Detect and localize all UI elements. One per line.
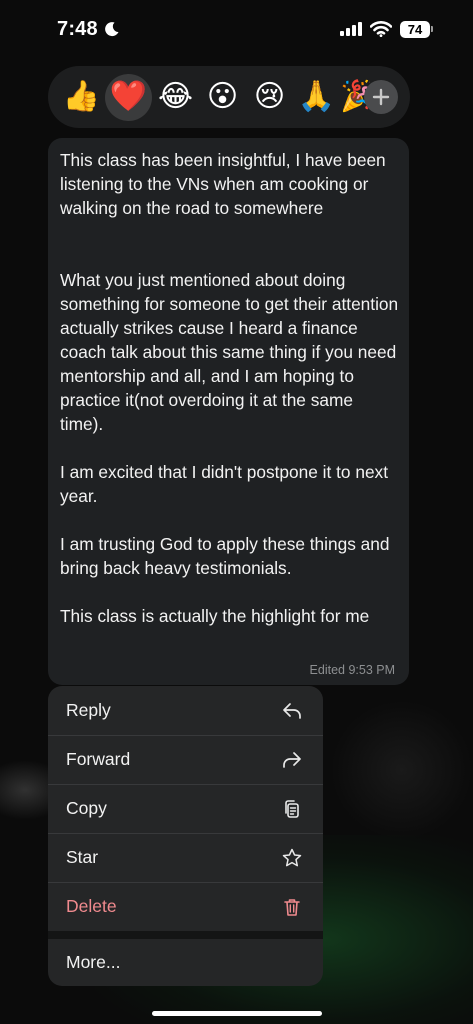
reaction-surprised[interactable]: 😮 [199,74,246,121]
reaction-heart[interactable]: ❤️ [105,73,152,121]
moon-icon [104,22,119,37]
menu-label-copy: Copy [66,798,107,818]
reply-icon [283,702,301,719]
status-bar: 7:48 74 [0,0,473,58]
battery-indicator: 74 [400,20,433,38]
home-indicator[interactable] [152,1011,322,1016]
copy-icon [285,799,299,818]
battery-cap [431,26,433,32]
clock: 7:48 [57,17,98,40]
context-menu: Reply Forward Copy Star Delete More... [48,686,323,986]
menu-item-copy[interactable]: Copy [48,784,323,833]
reaction-crying[interactable]: 😢 [246,74,293,121]
menu-label-star: Star [66,847,99,867]
background-blur [330,700,473,840]
menu-label-forward: Forward [66,749,131,769]
menu-item-star[interactable]: Star [48,833,323,882]
menu-label-reply: Reply [66,700,111,720]
menu-label-delete: Delete [66,896,117,916]
message-edited-time: Edited 9:53 PM [309,663,395,677]
reaction-bar: 👍 ❤️ 😂 😮 😢 🙏 🎉 [48,66,410,128]
signal-icon [340,22,362,36]
message-text: This class has been insightful, I have b… [60,150,399,626]
menu-section-gap [48,931,323,939]
battery-level: 74 [400,20,430,38]
menu-item-reply[interactable]: Reply [48,686,323,735]
menu-item-more[interactable]: More... [48,939,323,986]
reaction-laughing[interactable]: 😂 [152,74,199,121]
menu-item-forward[interactable]: Forward [48,735,323,784]
reaction-praying[interactable]: 🙏 [293,74,340,121]
wifi-icon [370,21,392,37]
menu-item-delete[interactable]: Delete [48,882,323,931]
trash-icon [284,898,300,916]
menu-label-more: More... [66,952,121,972]
status-left: 7:48 [57,18,120,41]
message-bubble[interactable]: This class has been insightful, I have b… [48,138,409,685]
forward-icon [283,751,301,768]
status-right: 74 [340,20,433,38]
add-reaction-button[interactable] [364,80,398,114]
reaction-thumbs-up[interactable]: 👍 [58,74,105,121]
star-icon [282,848,302,866]
plus-icon [372,88,390,106]
